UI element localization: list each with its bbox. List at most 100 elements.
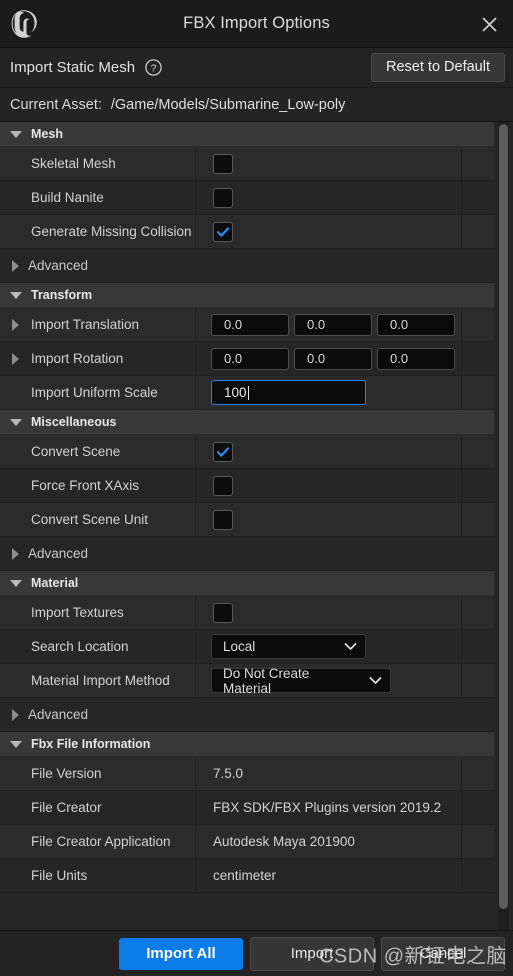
checkbox-checked[interactable] — [213, 221, 233, 242]
dropdown-material-import-method[interactable]: Do Not Create Material — [211, 666, 391, 696]
property-value — [196, 215, 462, 248]
chevron-down-icon — [369, 676, 382, 685]
numeric-input-x[interactable]: 0.0 — [211, 347, 289, 370]
chevron-right-icon — [12, 318, 19, 331]
property-label: Force Front XAxis — [31, 478, 140, 493]
property-label: Import Translation — [31, 317, 140, 332]
section-header-transform[interactable]: Transform — [0, 283, 494, 308]
property-value: Local — [196, 630, 462, 663]
numeric-input-y[interactable]: 0.0 — [294, 347, 372, 370]
property-row-tail — [462, 859, 494, 892]
dropdown-search-location[interactable]: Local — [211, 634, 366, 659]
table-row: Import Textures — [0, 596, 494, 630]
checkbox-unchecked[interactable] — [213, 475, 233, 496]
property-name: Force Front XAxis — [0, 469, 196, 502]
table-row: File Creator FBX SDK/FBX Plugins version … — [0, 791, 494, 825]
property-value: 0.0 0.0 0.0 — [196, 308, 462, 341]
table-row: File Version 7.5.0 — [0, 757, 494, 791]
chevron-down-icon — [10, 579, 22, 587]
property-row-tail — [462, 469, 494, 502]
property-row-tail — [462, 147, 494, 180]
property-row-tail — [462, 181, 494, 214]
advanced-label: Advanced — [28, 258, 89, 273]
property-row-tail — [462, 308, 494, 341]
property-value — [196, 503, 462, 536]
table-row: Import Rotation 0.0 0.0 0.0 — [0, 342, 494, 376]
property-label: Convert Scene Unit — [31, 512, 149, 527]
fbx-import-options-dialog: FBX Import Options Import Static Mesh ? … — [0, 0, 513, 976]
section-header-mesh[interactable]: Mesh — [0, 122, 494, 147]
property-row-tail — [462, 215, 494, 248]
vertical-scrollbar[interactable] — [498, 122, 509, 930]
property-value: FBX SDK/FBX Plugins version 2019.2 — [196, 791, 462, 824]
chevron-down-icon — [10, 291, 22, 299]
section-title: Material — [31, 576, 79, 590]
dropdown-value: Local — [223, 639, 256, 654]
chevron-right-icon — [12, 259, 19, 272]
property-name: Import Translation — [0, 308, 196, 341]
advanced-toggle-miscellaneous[interactable]: Advanced — [0, 537, 494, 571]
property-name: Import Textures — [0, 596, 196, 629]
import-button[interactable]: Import — [250, 936, 374, 971]
checkbox-unchecked[interactable] — [213, 187, 233, 208]
table-row: Convert Scene — [0, 435, 494, 469]
property-label: Convert Scene — [31, 444, 121, 459]
uniform-scale-input[interactable]: 100 — [211, 380, 366, 405]
section-header-material[interactable]: Material — [0, 571, 494, 596]
property-name: Material Import Method — [0, 664, 196, 697]
import-type-title: Import Static Mesh — [10, 59, 136, 76]
window-title: FBX Import Options — [183, 14, 330, 32]
property-label: Import Rotation — [31, 351, 124, 366]
advanced-toggle-material[interactable]: Advanced — [0, 698, 494, 732]
table-row: File Creator Application Autodesk Maya 20… — [0, 825, 494, 859]
current-asset-label: Current Asset: — [10, 96, 102, 113]
property-label: Import Uniform Scale — [31, 385, 158, 400]
numeric-input-z[interactable]: 0.0 — [377, 313, 455, 336]
section-header-fbx-file-information[interactable]: Fbx File Information — [0, 732, 494, 757]
scrollbar-thumb[interactable] — [499, 124, 508, 909]
property-name: File Creator — [0, 791, 196, 824]
property-label: File Creator — [31, 800, 102, 815]
section-title: Mesh — [31, 127, 63, 141]
property-value: Do Not Create Material — [196, 664, 462, 697]
import-all-button[interactable]: Import All — [119, 937, 243, 970]
advanced-toggle-mesh[interactable]: Advanced — [0, 249, 494, 283]
uniform-scale-value: 100 — [224, 385, 247, 400]
table-row: Search Location Local — [0, 630, 494, 664]
property-label: Import Textures — [31, 605, 124, 620]
numeric-input-z[interactable]: 0.0 — [377, 347, 455, 370]
property-value: centimeter — [196, 859, 462, 892]
property-name: Import Rotation — [0, 342, 196, 375]
property-row-tail — [462, 596, 494, 629]
property-row-tail — [462, 757, 494, 790]
property-label: File Creator Application — [31, 834, 171, 849]
property-value: 7.5.0 — [196, 757, 462, 790]
checkbox-unchecked[interactable] — [213, 153, 233, 174]
property-label: Generate Missing Collision — [31, 224, 192, 239]
checkbox-checked[interactable] — [213, 441, 233, 462]
help-circle-icon[interactable]: ? — [144, 58, 163, 77]
property-row-tail — [462, 664, 494, 697]
property-value — [196, 181, 462, 214]
chevron-right-icon — [12, 708, 19, 721]
property-label: Material Import Method — [31, 673, 170, 688]
chevron-down-icon — [10, 130, 22, 138]
property-list: Mesh Skeletal Mesh Build Nanite Generate Mi… — [0, 122, 513, 930]
advanced-label: Advanced — [28, 707, 89, 722]
property-value — [196, 469, 462, 502]
table-row: Generate Missing Collision — [0, 215, 494, 249]
numeric-input-y[interactable]: 0.0 — [294, 313, 372, 336]
checkbox-unchecked[interactable] — [213, 509, 233, 530]
close-icon[interactable] — [465, 0, 513, 48]
property-name: Search Location — [0, 630, 196, 663]
property-name: File Version — [0, 757, 196, 790]
cancel-button[interactable]: Cancel — [381, 936, 505, 971]
section-header-miscellaneous[interactable]: Miscellaneous — [0, 410, 494, 435]
numeric-input-x[interactable]: 0.0 — [211, 313, 289, 336]
current-asset-path: /Game/Models/Submarine_Low-poly — [110, 96, 346, 113]
property-row-tail — [462, 435, 494, 468]
table-row: Build Nanite — [0, 181, 494, 215]
property-label: Build Nanite — [31, 190, 104, 205]
reset-to-default-button[interactable]: Reset to Default — [371, 53, 505, 82]
checkbox-unchecked[interactable] — [213, 602, 233, 623]
